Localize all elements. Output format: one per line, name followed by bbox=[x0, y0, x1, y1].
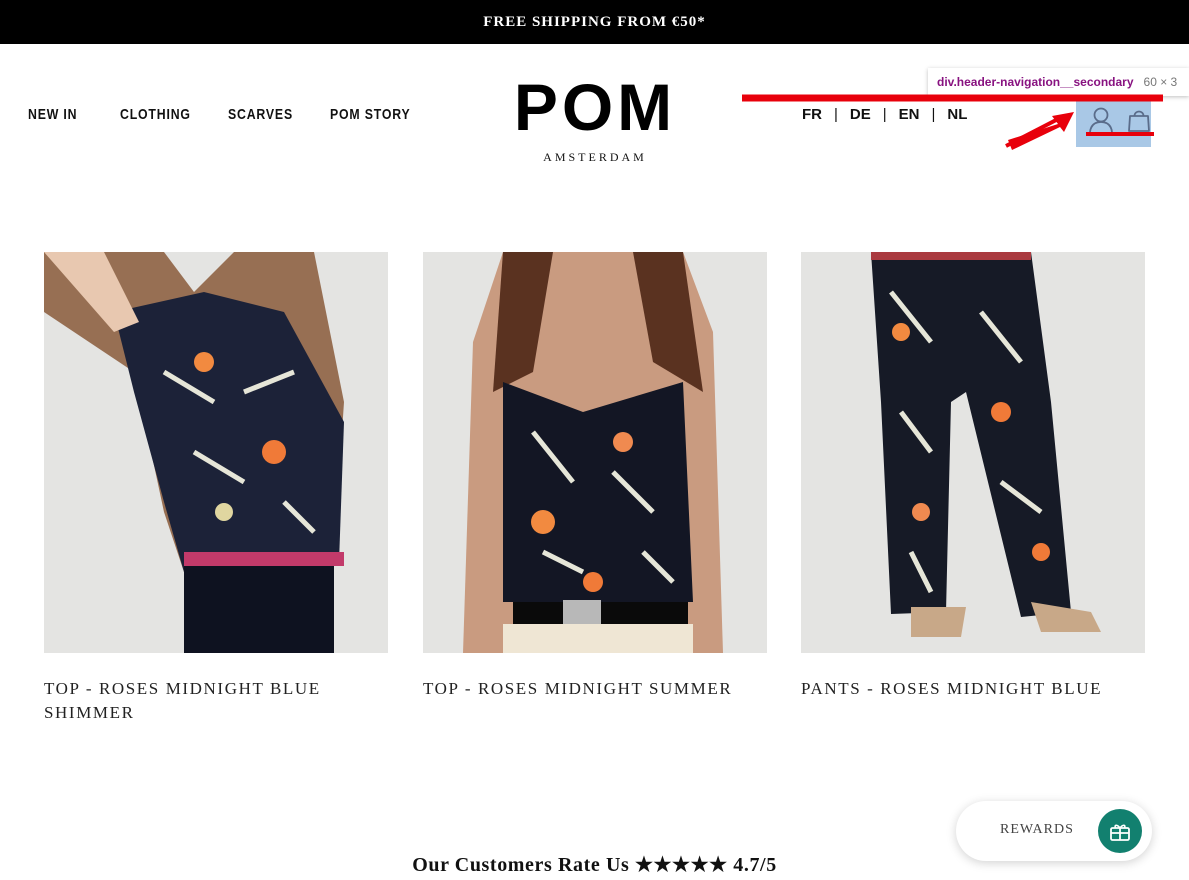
product-image[interactable] bbox=[423, 252, 767, 653]
lang-fr[interactable]: FR bbox=[802, 106, 822, 123]
product-card[interactable]: PANTS - ROSES MIDNIGHT BLUE bbox=[801, 252, 1145, 701]
site-header: NEW IN CLOTHING SCARVES POM STORY POM AM… bbox=[0, 44, 1189, 194]
nav-item-scarves[interactable]: SCARVES bbox=[228, 106, 302, 123]
product-title[interactable]: PANTS - ROSES MIDNIGHT BLUE bbox=[801, 677, 1145, 701]
header-navigation-secondary bbox=[1076, 101, 1151, 147]
shopping-bag-icon[interactable] bbox=[1126, 106, 1152, 134]
tooltip-size: 60 × 3 bbox=[1143, 75, 1178, 89]
tooltip-selector: div.header-navigation__secondary bbox=[937, 75, 1134, 89]
nav-item-clothing[interactable]: CLOTHING bbox=[120, 106, 202, 123]
lang-separator: | bbox=[931, 106, 936, 123]
lang-de[interactable]: DE bbox=[850, 106, 871, 123]
language-switcher: FR | DE | EN | NL bbox=[802, 106, 967, 123]
lang-separator: | bbox=[834, 106, 838, 123]
product-image[interactable] bbox=[44, 252, 388, 653]
product-title[interactable]: TOP - ROSES MIDNIGHT SUMMER bbox=[423, 677, 767, 701]
rewards-button[interactable]: REWARDS bbox=[956, 801, 1152, 861]
rewards-label: REWARDS bbox=[1000, 822, 1074, 837]
product-card[interactable]: TOP - ROSES MIDNIGHT SUMMER bbox=[423, 252, 767, 701]
product-image[interactable] bbox=[801, 252, 1145, 653]
devtools-inspect-tooltip: div.header-navigation__secondary 60 × 3 bbox=[928, 68, 1189, 96]
product-card[interactable]: TOP - ROSES MIDNIGHT BLUE SHIMMER bbox=[44, 252, 388, 725]
product-title[interactable]: TOP - ROSES MIDNIGHT BLUE SHIMMER bbox=[44, 677, 388, 725]
nav-item-pom-story[interactable]: POM STORY bbox=[330, 106, 420, 123]
nav-item-new-in[interactable]: NEW IN bbox=[28, 106, 94, 123]
gift-icon bbox=[1098, 809, 1142, 853]
lang-nl[interactable]: NL bbox=[947, 106, 967, 123]
promo-bar: FREE SHIPPING FROM €50* bbox=[0, 0, 1189, 44]
logo-wordmark: POM bbox=[513, 70, 677, 144]
logo-subtitle: AMSTERDAM bbox=[543, 150, 647, 164]
site-logo[interactable]: POM AMSTERDAM bbox=[505, 74, 685, 165]
promo-text: FREE SHIPPING FROM €50* bbox=[483, 13, 706, 30]
lang-en[interactable]: EN bbox=[899, 106, 920, 123]
lang-separator: | bbox=[882, 106, 887, 123]
account-icon[interactable] bbox=[1088, 106, 1114, 134]
